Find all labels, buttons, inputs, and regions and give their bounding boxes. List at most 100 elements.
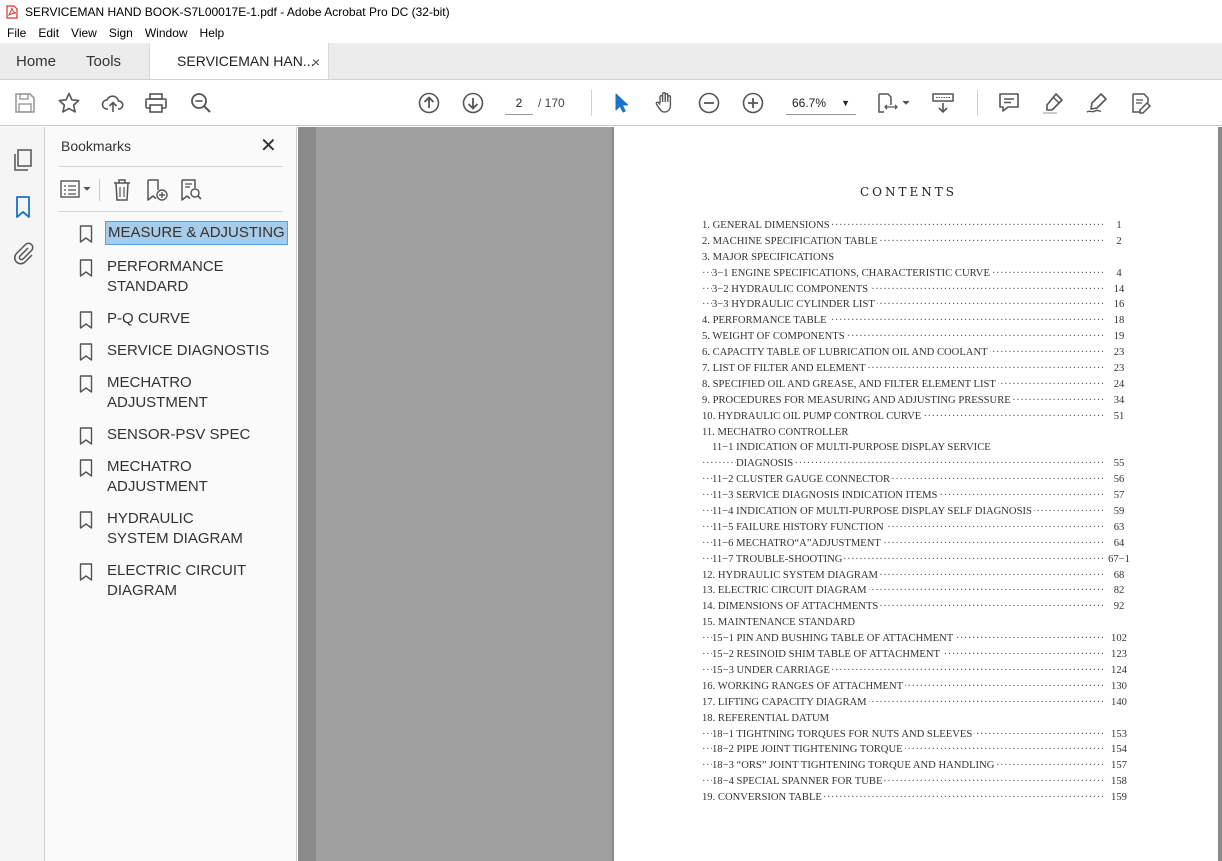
toc-entry-page: 159	[1106, 792, 1132, 804]
bookmark-item[interactable]: MECHATRO ADJUSTMENT	[75, 373, 295, 413]
toc-entry: ········································…	[702, 776, 1132, 792]
toc-entry-title: 3−1 ENGINE SPECIFICATIONS, CHARACTERISTI…	[712, 267, 992, 279]
trash-icon[interactable]	[111, 178, 133, 202]
menu-sign[interactable]: Sign	[103, 26, 139, 40]
toc-entry: ········································…	[702, 537, 1132, 554]
edit-pdf-icon[interactable]	[1129, 91, 1153, 115]
zoom-search-icon[interactable]	[189, 91, 213, 115]
bookmark-item[interactable]: HYDRAULIC SYSTEM DIAGRAM	[75, 509, 295, 549]
menu-edit[interactable]: Edit	[32, 26, 65, 40]
bookmark-icon	[79, 511, 93, 529]
toc-entry: ········································…	[702, 378, 1132, 395]
toc-entry-title: 3. MAJOR SPECIFICATIONS	[702, 251, 837, 263]
toc-entry-title: 11−7 TROUBLE-SHOOTING	[712, 553, 845, 565]
toc-entry-page: 82	[1106, 585, 1132, 597]
toc-entry-page: 24	[1106, 378, 1132, 390]
toc-entry: ········································…	[702, 251, 1132, 268]
toc-entry: ········································…	[702, 649, 1132, 665]
toc-entry: ········································…	[702, 474, 1132, 490]
toc-entry: ········································…	[702, 696, 1132, 713]
toc-entry-page: 18	[1106, 315, 1132, 327]
tab-document[interactable]: SERVICEMAN HAN... ×	[149, 43, 330, 79]
toc-entry-title: 13. ELECTRIC CIRCUIT DIAGRAM	[702, 585, 869, 597]
zoom-in-icon[interactable]	[741, 91, 765, 115]
save-icon[interactable]	[13, 91, 37, 115]
toc-entry-title: 16. WORKING RANGES OF ATTACHMENT	[702, 680, 906, 692]
bookmark-item[interactable]: SERVICE DIAGNOSTIS	[75, 341, 295, 361]
toc-entry-title: 14. DIMENSIONS OF ATTACHMENTS	[702, 601, 881, 613]
bookmark-icon	[79, 375, 93, 393]
toc-entry: ········································…	[702, 601, 1132, 617]
close-icon[interactable]: ✕	[260, 136, 277, 156]
toc-entry: ········································…	[702, 728, 1132, 745]
toc-entry-page: 19	[1106, 331, 1132, 343]
options-menu-icon[interactable]	[59, 179, 95, 201]
bookmark-icon	[79, 225, 93, 243]
attachment-paperclip-icon[interactable]	[11, 241, 35, 265]
star-icon[interactable]	[57, 91, 81, 115]
new-bookmark-icon[interactable]	[145, 178, 169, 202]
toc-entry-page: 14	[1106, 283, 1132, 295]
toc-entry: ········································…	[702, 521, 1132, 538]
bookmark-item[interactable]: MEASURE & ADJUSTING	[75, 221, 295, 245]
toc-entry: ········································…	[702, 267, 1132, 284]
bookmarks-panel: Bookmarks ✕ MEASURE & ADJUSTING PERFORMA…	[45, 127, 297, 861]
bookmark-item[interactable]: ELECTRIC CIRCUIT DIAGRAM	[75, 561, 295, 601]
toc-entry-title: 11−6 MECHATRO“A”ADJUSTMENT	[712, 537, 883, 549]
page-thumbnails-icon[interactable]	[11, 148, 35, 172]
hand-icon[interactable]	[653, 91, 677, 115]
table-of-contents: ········································…	[702, 220, 1132, 808]
zoom-level-value: 66.7%	[792, 96, 827, 110]
page-number-input[interactable]: 2	[505, 91, 533, 115]
bookmark-label: ELECTRIC CIRCUIT DIAGRAM	[107, 562, 246, 599]
menu-file[interactable]: File	[0, 26, 32, 40]
menu-window[interactable]: Window	[139, 26, 194, 40]
scroll-mode-icon[interactable]	[931, 91, 955, 115]
close-tab-icon[interactable]: ×	[312, 54, 320, 70]
bookmark-item[interactable]: PERFORMANCE STANDARD	[75, 257, 295, 297]
toc-entry-page: 140	[1106, 696, 1132, 708]
arrow-up-circle-icon[interactable]	[417, 91, 441, 115]
sign-pen-icon[interactable]	[1085, 91, 1109, 115]
tab-home[interactable]: Home	[0, 43, 70, 79]
panel-divider	[59, 211, 283, 212]
toc-entry-page: 2	[1106, 235, 1132, 247]
print-icon[interactable]	[144, 91, 168, 115]
menu-help[interactable]: Help	[194, 26, 231, 40]
cursor-arrow-icon[interactable]	[609, 91, 633, 115]
bookmark-item[interactable]: MECHATRO ADJUSTMENT	[75, 457, 295, 497]
bookmark-item[interactable]: P-Q CURVE	[75, 309, 295, 329]
document-viewport[interactable]: CONTENTS ·······························…	[298, 127, 1222, 861]
bookmark-item[interactable]: SENSOR-PSV SPEC	[75, 425, 295, 445]
toc-entry-title: 15−3 UNDER CARRIAGE	[712, 664, 832, 676]
toc-entry: ········································…	[702, 442, 1132, 458]
toc-entry-page: 157	[1106, 760, 1132, 772]
bookmark-label: MECHATRO ADJUSTMENT	[107, 374, 208, 411]
toc-entry: ········································…	[702, 680, 1132, 697]
upload-cloud-icon[interactable]	[101, 91, 125, 115]
toc-entry-title: 7. LIST OF FILTER AND ELEMENT	[702, 363, 868, 375]
comment-icon[interactable]	[997, 91, 1021, 115]
arrow-down-circle-icon[interactable]	[461, 91, 485, 115]
zoom-out-icon[interactable]	[697, 91, 721, 115]
menu-bar: File Edit View Sign Window Help	[0, 23, 1222, 43]
highlighter-icon[interactable]	[1041, 91, 1065, 115]
toc-entry: ········································…	[702, 712, 1132, 729]
panel-divider	[59, 166, 283, 167]
bookmark-search-icon[interactable]	[179, 178, 203, 202]
bookmark-label: MEASURE & ADJUSTING	[105, 221, 288, 245]
toc-entry: ········································…	[702, 490, 1132, 506]
bookmark-panel-icon[interactable]	[11, 195, 35, 219]
toc-entry-page: 56	[1106, 474, 1132, 486]
zoom-level-select[interactable]: 66.7% ▼	[786, 91, 856, 115]
toc-entry-page: 130	[1106, 680, 1132, 692]
menu-view[interactable]: View	[65, 26, 103, 40]
page-fit-icon[interactable]	[876, 91, 912, 115]
bookmark-label: SERVICE DIAGNOSTIS	[107, 342, 270, 359]
bookmark-icon	[79, 259, 93, 277]
toc-entry-page: 1	[1106, 220, 1132, 231]
bookmark-label: P-Q CURVE	[107, 310, 191, 327]
toc-entry: ········································…	[702, 569, 1132, 586]
toc-entry-title: DIAGNOSIS	[736, 458, 796, 470]
tab-tools[interactable]: Tools	[70, 43, 137, 79]
